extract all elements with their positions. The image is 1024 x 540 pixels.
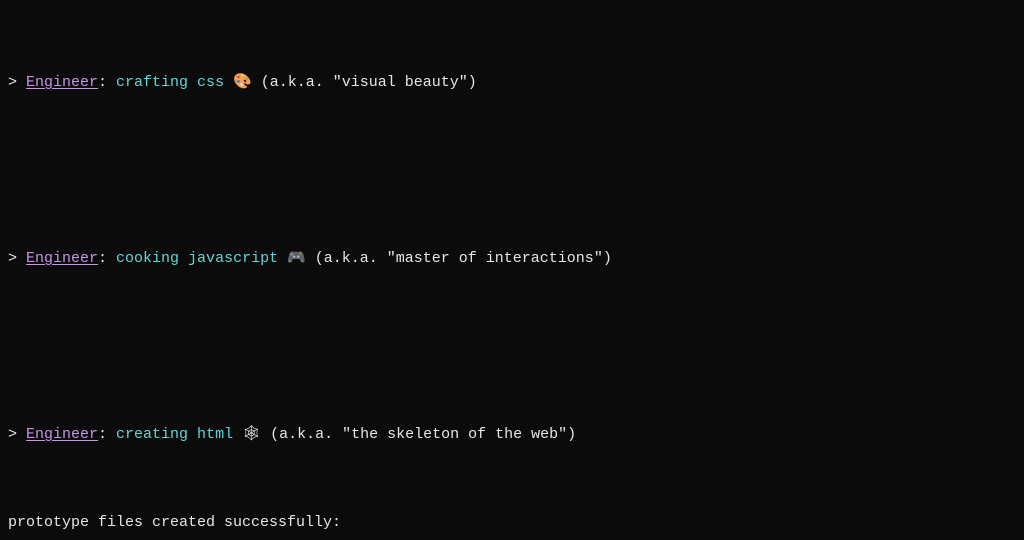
task-text: cooking javascript bbox=[116, 250, 287, 267]
aka-text: (a.k.a. "master of interactions") bbox=[306, 250, 612, 267]
blank-line bbox=[8, 336, 1016, 358]
prompt-caret: > bbox=[8, 426, 26, 443]
colon: : bbox=[98, 426, 116, 443]
palette-icon: 🎨 bbox=[233, 74, 252, 91]
task-text: crafting css bbox=[116, 74, 233, 91]
role-engineer: Engineer bbox=[26, 426, 98, 443]
terminal-output: > Engineer: crafting css 🎨 (a.k.a. "visu… bbox=[0, 0, 1024, 540]
role-engineer: Engineer bbox=[26, 74, 98, 91]
role-engineer: Engineer bbox=[26, 250, 98, 267]
aka-text: (a.k.a. "the skeleton of the web") bbox=[261, 426, 576, 443]
gamepad-icon: 🎮 bbox=[287, 250, 306, 267]
engineer-line-js: > Engineer: cooking javascript 🎮 (a.k.a.… bbox=[8, 248, 1016, 270]
prompt-caret: > bbox=[8, 74, 26, 91]
colon: : bbox=[98, 74, 116, 91]
aka-text: (a.k.a. "visual beauty") bbox=[252, 74, 477, 91]
engineer-line-css: > Engineer: crafting css 🎨 (a.k.a. "visu… bbox=[8, 72, 1016, 94]
proto-success-msg: prototype files created successfully: bbox=[8, 512, 1016, 534]
engineer-line-html: > Engineer: creating html 🕸 (a.k.a. "the… bbox=[8, 424, 1016, 446]
blank-line bbox=[8, 160, 1016, 182]
task-text: creating html bbox=[116, 426, 242, 443]
web-icon: 🕸 bbox=[242, 426, 261, 443]
colon: : bbox=[98, 250, 116, 267]
prompt-caret: > bbox=[8, 250, 26, 267]
